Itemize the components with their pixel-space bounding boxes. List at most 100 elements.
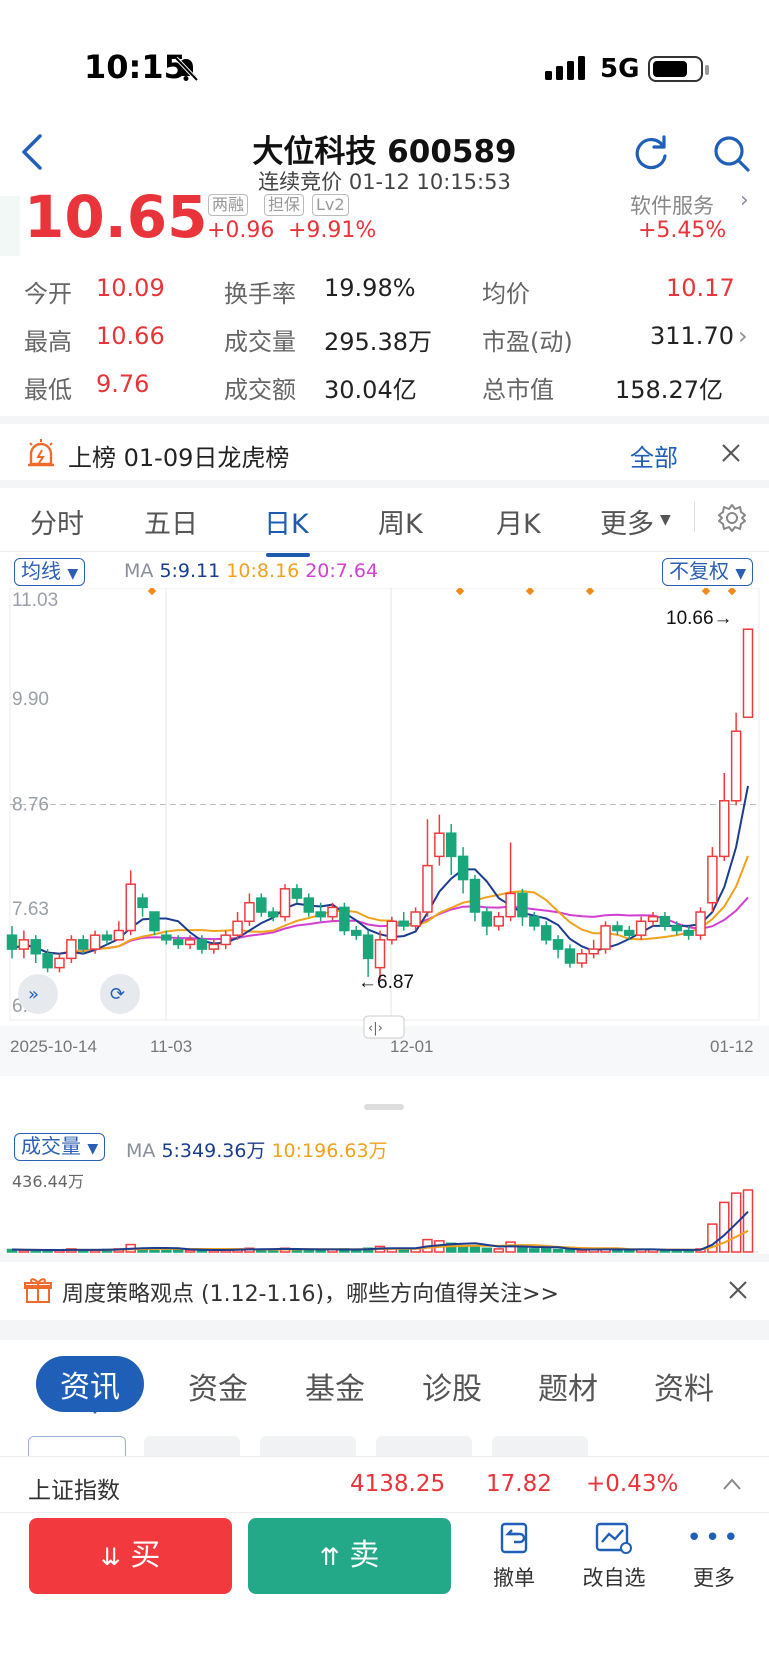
candle-body <box>612 925 623 932</box>
candle-body <box>18 939 30 950</box>
news-text[interactable]: 周度策略观点 (1.12-1.16)，哪些方向值得关注>> <box>62 1276 559 1308</box>
low-annotation: ←6.87 <box>358 972 414 993</box>
search-icon[interactable] <box>712 134 752 174</box>
candle-body <box>469 878 481 913</box>
candle-body <box>683 929 694 936</box>
cancel-order-button[interactable]: 撤单 <box>474 1520 554 1592</box>
index-bar[interactable]: 上证指数 4138.25 17.82 +0.43% <box>0 1456 769 1512</box>
volume-bar <box>172 1249 184 1253</box>
stat-label: 换手率 <box>224 280 296 308</box>
battery-icon <box>648 56 709 82</box>
candle-body <box>493 915 504 927</box>
candle-body <box>184 939 196 946</box>
panel-divider-handle <box>364 1104 404 1110</box>
stat-label[interactable]: 市盈(动) <box>482 322 573 357</box>
volume-select[interactable]: 成交量 ▼ <box>14 1133 106 1161</box>
event-marker <box>147 588 157 596</box>
close-icon[interactable] <box>728 1280 748 1300</box>
candle-body <box>374 939 386 969</box>
candle-body <box>89 934 101 950</box>
event-marker <box>455 588 465 596</box>
divider <box>0 1254 769 1262</box>
candle-body <box>6 934 18 950</box>
divider <box>0 480 769 488</box>
lhb-text: 上榜 01-09日龙虎榜 <box>68 444 290 472</box>
tab-topics[interactable]: 题材 <box>538 1364 598 1408</box>
chevron-up-icon[interactable] <box>722 1477 742 1491</box>
sell-label: 卖 <box>349 1538 380 1573</box>
event-marker <box>525 588 535 596</box>
candle-body <box>600 925 611 950</box>
candle-body <box>279 888 291 918</box>
tab-timeshare[interactable]: 分时 <box>30 502 84 541</box>
chart-tabs: 分时 五日 日K 周K 月K 更多 ▼ <box>0 488 769 552</box>
volume-chart[interactable] <box>0 1160 769 1254</box>
caret-down-icon[interactable]: ▼ <box>660 512 671 528</box>
high-annotation: 10.66→ <box>666 608 733 629</box>
volume-ma-values: MA 5:349.36万 10:196.63万 <box>126 1136 388 1163</box>
buy-label: 买 <box>130 1538 161 1573</box>
tab-funds-flow[interactable]: 资金 <box>188 1364 248 1408</box>
tab-weekly-k[interactable]: 周K <box>378 502 423 541</box>
candle-body <box>362 934 374 960</box>
candle-body <box>208 943 220 950</box>
sector-name[interactable]: 软件服务 <box>630 190 714 220</box>
candle-body <box>54 957 65 969</box>
stat-value: 9.76 <box>96 370 150 398</box>
candle-body <box>149 911 160 932</box>
subtab-hint <box>492 1436 588 1456</box>
x-tick-label: 01-12 <box>710 1037 753 1056</box>
candle-body <box>719 800 730 858</box>
adjust-select[interactable]: 不复权 ▼ <box>662 558 754 586</box>
stats-row: 今开 10.09 换手率 19.98% 均价 10.17 <box>0 274 769 314</box>
refresh-icon[interactable] <box>632 134 670 172</box>
stat-label: 成交额 <box>224 376 296 404</box>
chevron-right-icon[interactable]: › <box>738 322 748 350</box>
upload-arrow-icon: ⇈ <box>319 1543 340 1571</box>
candle-body <box>101 934 113 941</box>
kline-chart[interactable]: 11.039.908.767.636.5010.66→←6.872025-10-… <box>0 588 769 1128</box>
tab-fund[interactable]: 基金 <box>305 1364 365 1408</box>
gift-icon <box>24 1278 52 1303</box>
stat-value: 19.98% <box>324 274 416 302</box>
edit-watchlist-button[interactable]: 改自选 <box>574 1520 654 1592</box>
tab-five-day[interactable]: 五日 <box>144 502 198 541</box>
volume-bar <box>315 1249 326 1253</box>
caret-down-icon: ▼ <box>735 566 747 582</box>
stat-value: 10.66 <box>96 322 165 350</box>
candle-body <box>517 892 528 918</box>
price-change: +0.96 <box>207 218 275 243</box>
ma-label: MA <box>124 560 154 582</box>
close-icon[interactable] <box>720 442 742 464</box>
download-arrow-icon: ⇊ <box>100 1543 121 1571</box>
candle-body <box>42 952 53 969</box>
strategy-news-banner[interactable]: 周度策略观点 (1.12-1.16)，哪些方向值得关注>> <box>0 1262 769 1320</box>
cancel-order-icon <box>500 1522 528 1554</box>
tab-daily-k[interactable]: 日K <box>264 502 309 541</box>
index-name: 上证指数 <box>28 1478 120 1504</box>
settings-gear-icon[interactable] <box>716 502 748 534</box>
chevron-right-icon[interactable]: › <box>740 188 749 213</box>
lhb-banner[interactable]: 上榜 01-09日龙虎榜 全部 <box>0 424 769 480</box>
candle-body <box>707 855 718 904</box>
signal-icon <box>545 56 585 80</box>
buy-button[interactable]: ⇊ 买 <box>29 1518 232 1594</box>
sell-button[interactable]: ⇈ 卖 <box>248 1518 451 1594</box>
tab-profile[interactable]: 资料 <box>654 1364 714 1408</box>
tab-monthly-k[interactable]: 月K <box>496 502 541 541</box>
candle-body <box>635 920 647 936</box>
margin-badge: 两融 <box>208 194 249 216</box>
x-tick-label: 11-03 <box>150 1037 192 1056</box>
more-button[interactable]: ••• 更多 <box>674 1520 754 1592</box>
stats-row: 最高 10.66 成交量 295.38万 市盈(动) 311.70 › <box>0 322 769 362</box>
event-marker <box>701 588 711 596</box>
tab-diagnosis[interactable]: 诊股 <box>422 1364 482 1408</box>
lhb-all-link[interactable]: 全部 <box>630 438 678 473</box>
ma-select[interactable]: 均线 ▼ <box>14 558 86 586</box>
candle-body <box>422 864 433 913</box>
vol-ma10-value: 10:196.63万 <box>271 1140 388 1162</box>
volume-bar <box>469 1245 481 1253</box>
ma5-value: 5:9.11 <box>159 560 221 582</box>
tab-more[interactable]: 更多 <box>600 502 654 541</box>
watchlist-chart-icon <box>595 1522 632 1554</box>
